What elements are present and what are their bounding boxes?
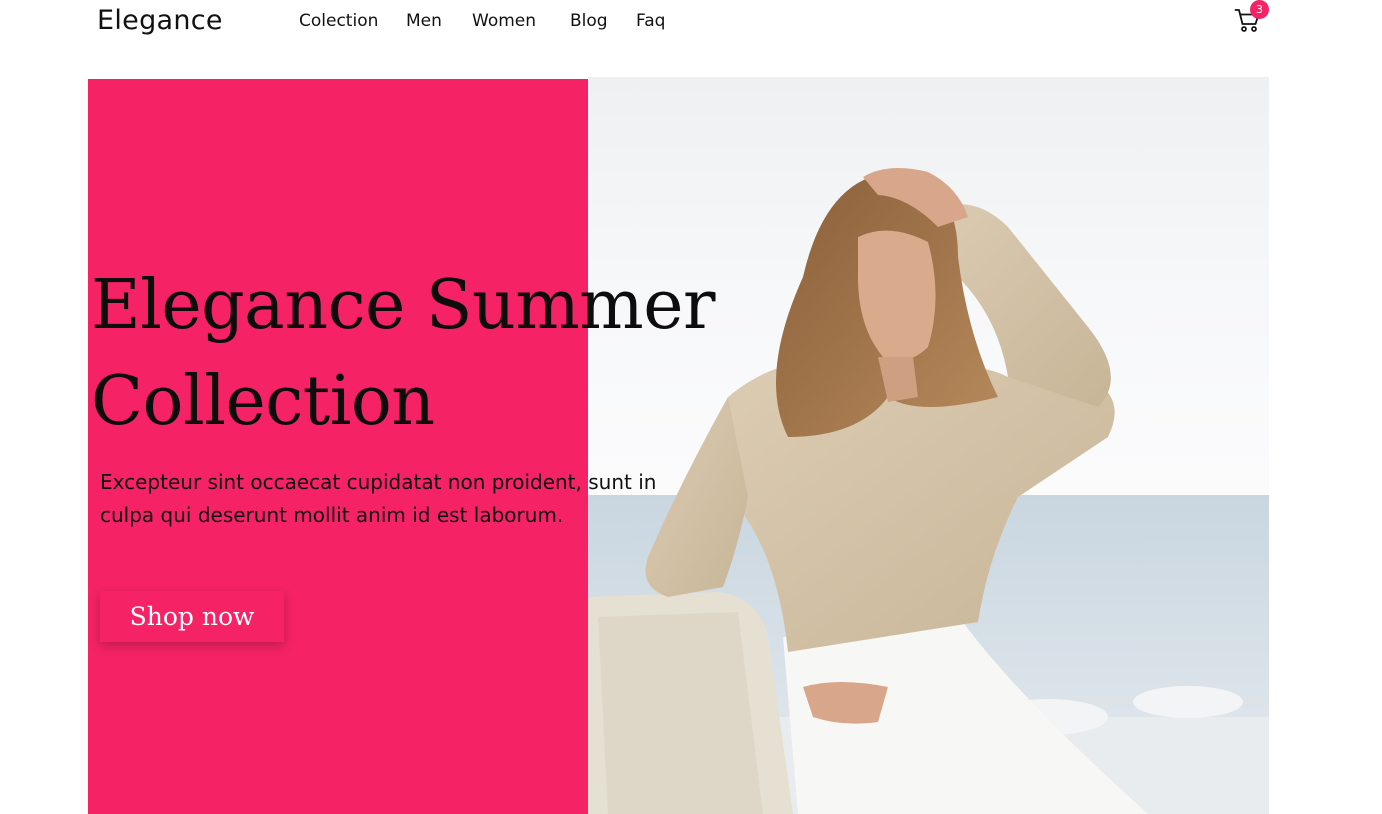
hero-description: Excepteur sint occaecat cupidatat non pr…	[100, 466, 700, 532]
hero-title-line-2: Collection	[91, 362, 435, 441]
nav-link-men[interactable]: Men	[406, 8, 442, 34]
shop-now-button[interactable]: Shop now	[100, 591, 284, 642]
hero-description-line-2: culpa qui deserunt mollit anim id est la…	[100, 503, 564, 527]
hero-title: Elegance Summer Collection	[91, 258, 791, 450]
nav-link-faq[interactable]: Faq	[636, 8, 665, 34]
nav-link-collection[interactable]: Colection	[299, 8, 378, 34]
nav-link-women[interactable]: Women	[472, 8, 536, 34]
cart-button[interactable]: 3	[1233, 0, 1269, 36]
hero-title-line-1: Elegance Summer	[91, 266, 716, 345]
cart-count-badge: 3	[1250, 0, 1269, 19]
hero-description-line-1: Excepteur sint occaecat cupidatat non pr…	[100, 470, 657, 494]
brand-logo[interactable]: Elegance	[97, 3, 223, 39]
nav-link-blog[interactable]: Blog	[570, 8, 608, 34]
